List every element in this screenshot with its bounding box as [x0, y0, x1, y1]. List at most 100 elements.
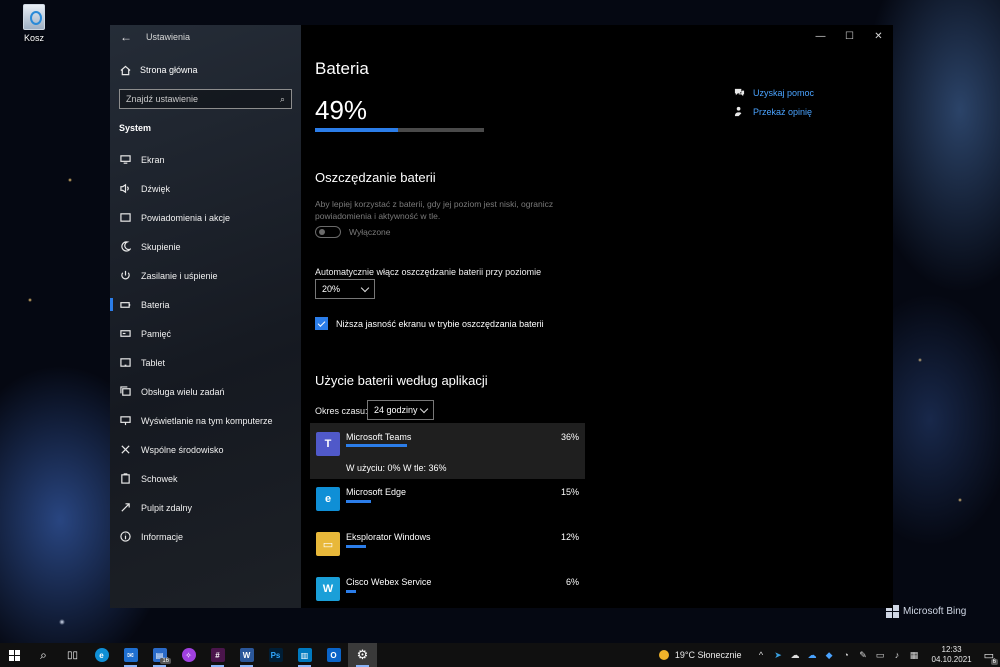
lower-brightness-option[interactable]: Niższa jasność ekranu w trybie oszczędza…	[315, 317, 544, 330]
power-icon	[119, 270, 131, 282]
dropbox-icon[interactable]: ◆	[824, 650, 835, 661]
trello-icon: ▥	[297, 648, 312, 662]
notification-icon	[119, 212, 131, 224]
weather-text[interactable]: 19°C Słonecznie	[675, 650, 742, 660]
sidebar-item-speaker[interactable]: Dźwięk	[110, 174, 301, 203]
app-usage-row[interactable]: W Cisco Webex Service 6%	[310, 570, 585, 608]
word-taskbar[interactable]: W	[232, 643, 261, 667]
period-label: Okres czasu:	[315, 406, 368, 416]
photoshop-icon: Ps	[268, 648, 283, 662]
sidebar-item-notification[interactable]: Powiadomienia i akcje	[110, 203, 301, 232]
notifications-button[interactable]: ▭ 6	[984, 649, 998, 665]
messenger-taskbar[interactable]: ✧	[174, 643, 203, 667]
notifications-count-badge: 6	[990, 658, 998, 665]
search-input[interactable]	[126, 94, 266, 104]
titlebar: ← Ustawienia	[110, 25, 301, 49]
onedrive-icon[interactable]: ☁	[807, 650, 818, 661]
auto-saver-level-dropdown[interactable]: 20%	[315, 279, 375, 299]
photoshop-taskbar[interactable]: Ps	[261, 643, 290, 667]
sidebar-item-remote-desktop[interactable]: Pulpit zdalny	[110, 493, 301, 522]
nav-home[interactable]: Strona główna	[110, 55, 301, 85]
search-box[interactable]: ⌕	[119, 89, 292, 109]
wifi-icon[interactable]: ◔	[841, 650, 852, 661]
sidebar-item-label: Schowek	[141, 473, 178, 484]
mail-icon: ✉	[123, 648, 138, 662]
sidebar-item-info[interactable]: Informacje	[110, 522, 301, 551]
battery-saver-toggle-state: Wyłączone	[349, 227, 391, 237]
period-dropdown[interactable]: 24 godziny	[367, 400, 434, 420]
feedback-label: Przekaż opinię	[753, 106, 813, 117]
lower-brightness-checkbox[interactable]	[315, 317, 328, 330]
sidebar-item-power[interactable]: Zasilanie i uśpienie	[110, 261, 301, 290]
word-doc-taskbar[interactable]: ▤ 16	[145, 643, 174, 667]
search-icon[interactable]: ⌕	[280, 94, 285, 105]
app-usage-bar	[346, 545, 366, 548]
sidebar-item-project[interactable]: Wyświetlanie na tym komputerze	[110, 406, 301, 435]
windows-logo-icon	[9, 649, 20, 661]
network-icon[interactable]: ▦	[909, 650, 920, 661]
sidebar-item-multitasking[interactable]: Obsługa wielu zadań	[110, 377, 301, 406]
slack-icon: #	[210, 648, 225, 662]
volume-icon[interactable]: ♪	[892, 650, 903, 661]
sidebar-item-label: Obsługa wielu zadań	[141, 386, 225, 397]
recycle-bin-icon	[23, 4, 45, 30]
outlook-taskbar[interactable]: O	[319, 643, 348, 667]
battery-tray-icon[interactable]: ▭	[875, 650, 886, 661]
get-help-link[interactable]: Uzyskaj pomoc	[734, 87, 814, 98]
shared-icon	[119, 444, 131, 456]
chevron-up-icon[interactable]: ^	[756, 650, 767, 661]
moon-icon	[119, 241, 131, 253]
app-usage-bar	[346, 444, 407, 447]
clock[interactable]: 12:33 04.10.2021	[932, 645, 972, 665]
sidebar-item-clipboard[interactable]: Schowek	[110, 464, 301, 493]
app-usage-detail: W użyciu: 0% W tle: 36%	[346, 463, 447, 473]
battery-saver-toggle-row: Wyłączone	[315, 226, 391, 238]
settings-window: ← Ustawienia Strona główna ⌕ System Ekra…	[110, 25, 893, 608]
sidebar-item-label: Ekran	[141, 154, 165, 165]
recycle-bin-shortcut[interactable]: Kosz	[14, 4, 54, 43]
help-links: Uzyskaj pomoc Przekaż opinię	[734, 87, 814, 117]
sidebar-item-shared[interactable]: Wspólne środowisko	[110, 435, 301, 464]
sidebar-item-monitor[interactable]: Ekran	[110, 145, 301, 174]
speaker-icon	[119, 183, 131, 195]
feedback-link[interactable]: Przekaż opinię	[734, 106, 814, 117]
document-count-badge: 16	[160, 658, 171, 664]
outlook-icon: O	[326, 648, 341, 662]
watermark-text: Microsoft Bing	[903, 606, 967, 617]
sidebar-item-label: Wyświetlanie na tym komputerze	[141, 415, 273, 426]
settings-taskbar[interactable]: ⚙	[348, 643, 377, 667]
sidebar-item-label: Tablet	[141, 357, 166, 368]
home-icon	[119, 64, 131, 76]
feedback-icon	[734, 106, 742, 117]
mail-taskbar[interactable]: ✉	[116, 643, 145, 667]
sidebar-item-label: Zasilanie i uśpienie	[141, 270, 218, 281]
back-arrow-icon[interactable]: ←	[120, 30, 132, 44]
sidebar-item-battery[interactable]: Bateria	[110, 290, 301, 319]
sidebar-item-label: Bateria	[141, 299, 170, 310]
app-usage-row[interactable]: ▭ Eksplorator Windows 12%	[310, 525, 585, 565]
slack-taskbar[interactable]: #	[203, 643, 232, 667]
gear-icon: ⚙	[356, 647, 369, 662]
sidebar-item-tablet[interactable]: Tablet	[110, 348, 301, 377]
trello-taskbar[interactable]: ▥	[290, 643, 319, 667]
sidebar-item-storage[interactable]: Pamięć	[110, 319, 301, 348]
app-usage-row[interactable]: T Microsoft Teams 36% W użyciu: 0% W tle: 3…	[310, 423, 585, 479]
cloud-icon[interactable]: ☁	[790, 650, 801, 661]
sidebar-item-moon[interactable]: Skupienie	[110, 232, 301, 261]
search-button[interactable]: ⌕	[29, 643, 58, 667]
task-view-button[interactable]: ▯▯	[58, 643, 87, 667]
info-icon	[119, 531, 131, 543]
lower-brightness-label: Niższa jasność ekranu w trybie oszczędza…	[336, 318, 544, 329]
telegram-icon[interactable]: ➤	[773, 650, 784, 661]
app-usage-row[interactable]: e Microsoft Edge 15%	[310, 480, 585, 520]
battery-saver-toggle[interactable]	[315, 226, 341, 238]
app-icon: W	[316, 577, 340, 601]
search-icon: ⌕	[40, 647, 47, 662]
start-button[interactable]	[0, 643, 29, 667]
auto-saver-label: Automatycznie włącz oszczędzanie baterii…	[315, 267, 542, 277]
sidebar-item-label: Informacje	[141, 531, 184, 542]
edge-taskbar[interactable]: e	[87, 643, 116, 667]
word-icon: W	[239, 648, 254, 662]
pen-icon[interactable]: ✎	[858, 650, 869, 661]
usage-heading: Użycie baterii według aplikacji	[315, 373, 488, 388]
